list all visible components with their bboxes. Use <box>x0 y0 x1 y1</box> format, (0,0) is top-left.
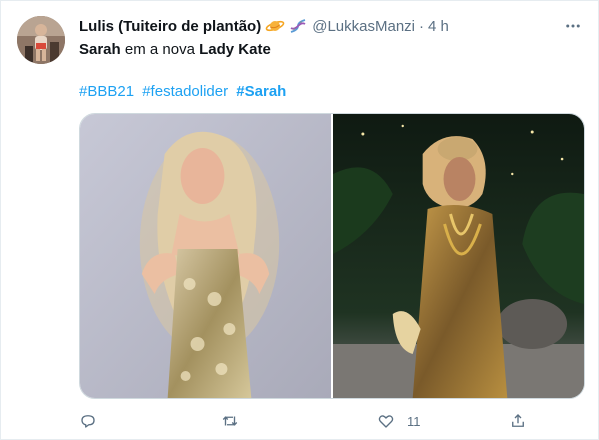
retweet-button[interactable] <box>221 412 239 430</box>
tweet-text-end: Lady Kate <box>199 41 271 58</box>
photo-right[interactable] <box>333 114 584 398</box>
media-grid <box>79 113 585 399</box>
saturn-planet-emoji <box>265 18 285 34</box>
avatar-image <box>17 16 65 64</box>
photo-left[interactable] <box>80 114 331 398</box>
hashtag-sarah[interactable]: #Sarah <box>236 83 286 100</box>
user-handle[interactable]: @LukkasManzi <box>312 18 415 35</box>
hashtag-list: #BBB21 #festadolider #Sarah <box>79 83 290 100</box>
photo-right-image <box>333 114 584 398</box>
tweet-actions: 11 <box>79 405 524 437</box>
hashtag-festadolider[interactable]: #festadolider <box>142 83 228 100</box>
dna-emoji <box>289 18 307 34</box>
retweet-icon <box>222 416 238 426</box>
ellipsis-icon[interactable] <box>562 15 584 37</box>
tweet-text: Sarah em a nova Lady Kate <box>79 41 271 58</box>
tweet-text-name: Sarah <box>79 41 121 58</box>
display-name[interactable]: Lulis (Tuiteiro de plantão) <box>79 18 261 35</box>
share-button[interactable] <box>509 412 527 430</box>
tweet-card[interactable]: Lulis (Tuiteiro de plantão) @LukkasManzi… <box>0 0 599 440</box>
avatar[interactable] <box>17 16 65 64</box>
reply-button[interactable] <box>79 412 97 430</box>
share-icon <box>512 414 524 427</box>
like-button[interactable]: 11 <box>377 412 421 430</box>
like-count: 11 <box>407 413 421 429</box>
reply-icon <box>81 415 95 428</box>
photo-left-image <box>80 114 331 398</box>
tweet-timestamp[interactable]: 4 h <box>428 18 449 35</box>
tweet-header: Lulis (Tuiteiro de plantão) @LukkasManzi… <box>79 15 558 37</box>
hashtag-bbb21[interactable]: #BBB21 <box>79 83 134 100</box>
separator-dot: · <box>419 17 425 35</box>
tweet-text-middle: em a nova <box>120 41 200 58</box>
heart-icon <box>378 415 394 428</box>
